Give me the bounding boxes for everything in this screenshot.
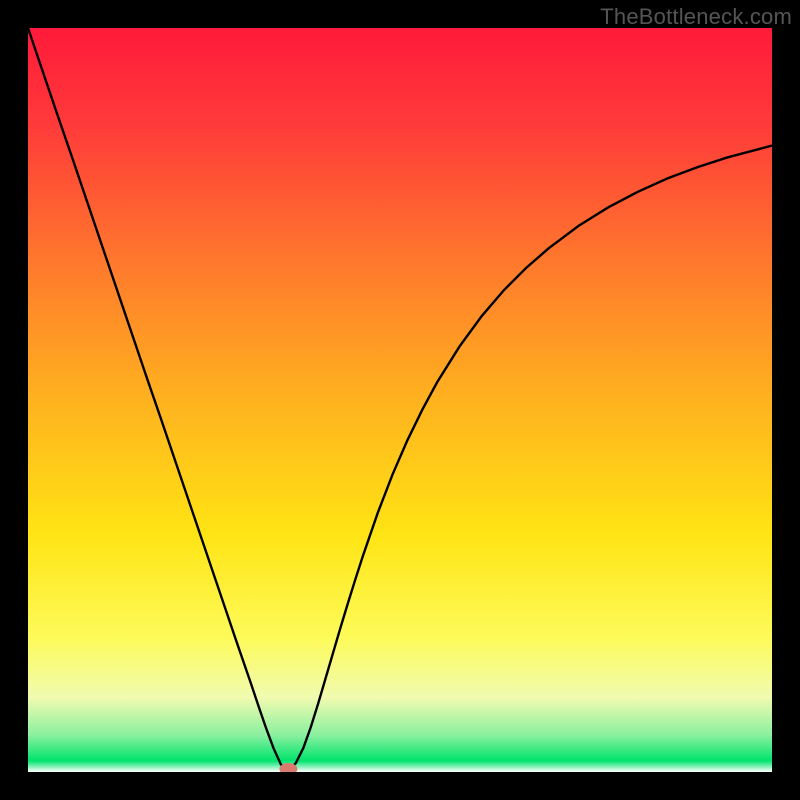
watermark-text: TheBottleneck.com [600, 4, 792, 30]
chart-background [28, 28, 772, 772]
chart-frame [28, 28, 772, 772]
bottleneck-chart [28, 28, 772, 772]
